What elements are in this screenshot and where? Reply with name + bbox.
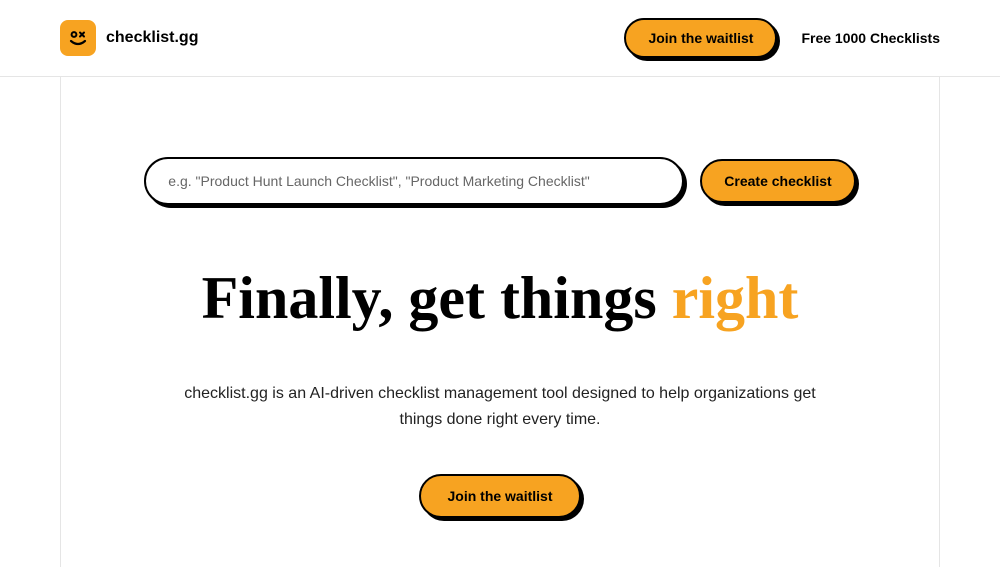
hero-title: Finally, get things right bbox=[202, 265, 799, 331]
create-checklist-button[interactable]: Create checklist bbox=[700, 159, 855, 203]
header-actions: Join the waitlist Free 1000 Checklists bbox=[624, 18, 940, 58]
join-waitlist-button-header[interactable]: Join the waitlist bbox=[624, 18, 777, 58]
site-header: checklist.gg Join the waitlist Free 1000… bbox=[0, 0, 1000, 77]
main-content: Create checklist Finally, get things rig… bbox=[60, 77, 940, 567]
checklist-search-input[interactable] bbox=[144, 157, 684, 205]
join-waitlist-button-main[interactable]: Join the waitlist bbox=[419, 474, 580, 518]
hero-title-highlight: right bbox=[672, 265, 799, 331]
free-checklists-link[interactable]: Free 1000 Checklists bbox=[801, 30, 940, 46]
hero-subtitle: checklist.gg is an AI-driven checklist m… bbox=[180, 381, 820, 432]
search-row: Create checklist bbox=[91, 157, 909, 205]
logo-face-icon bbox=[60, 20, 96, 56]
hero-title-prefix: Finally, get things bbox=[202, 265, 672, 331]
brand-name: checklist.gg bbox=[106, 29, 198, 47]
logo[interactable]: checklist.gg bbox=[60, 20, 198, 56]
